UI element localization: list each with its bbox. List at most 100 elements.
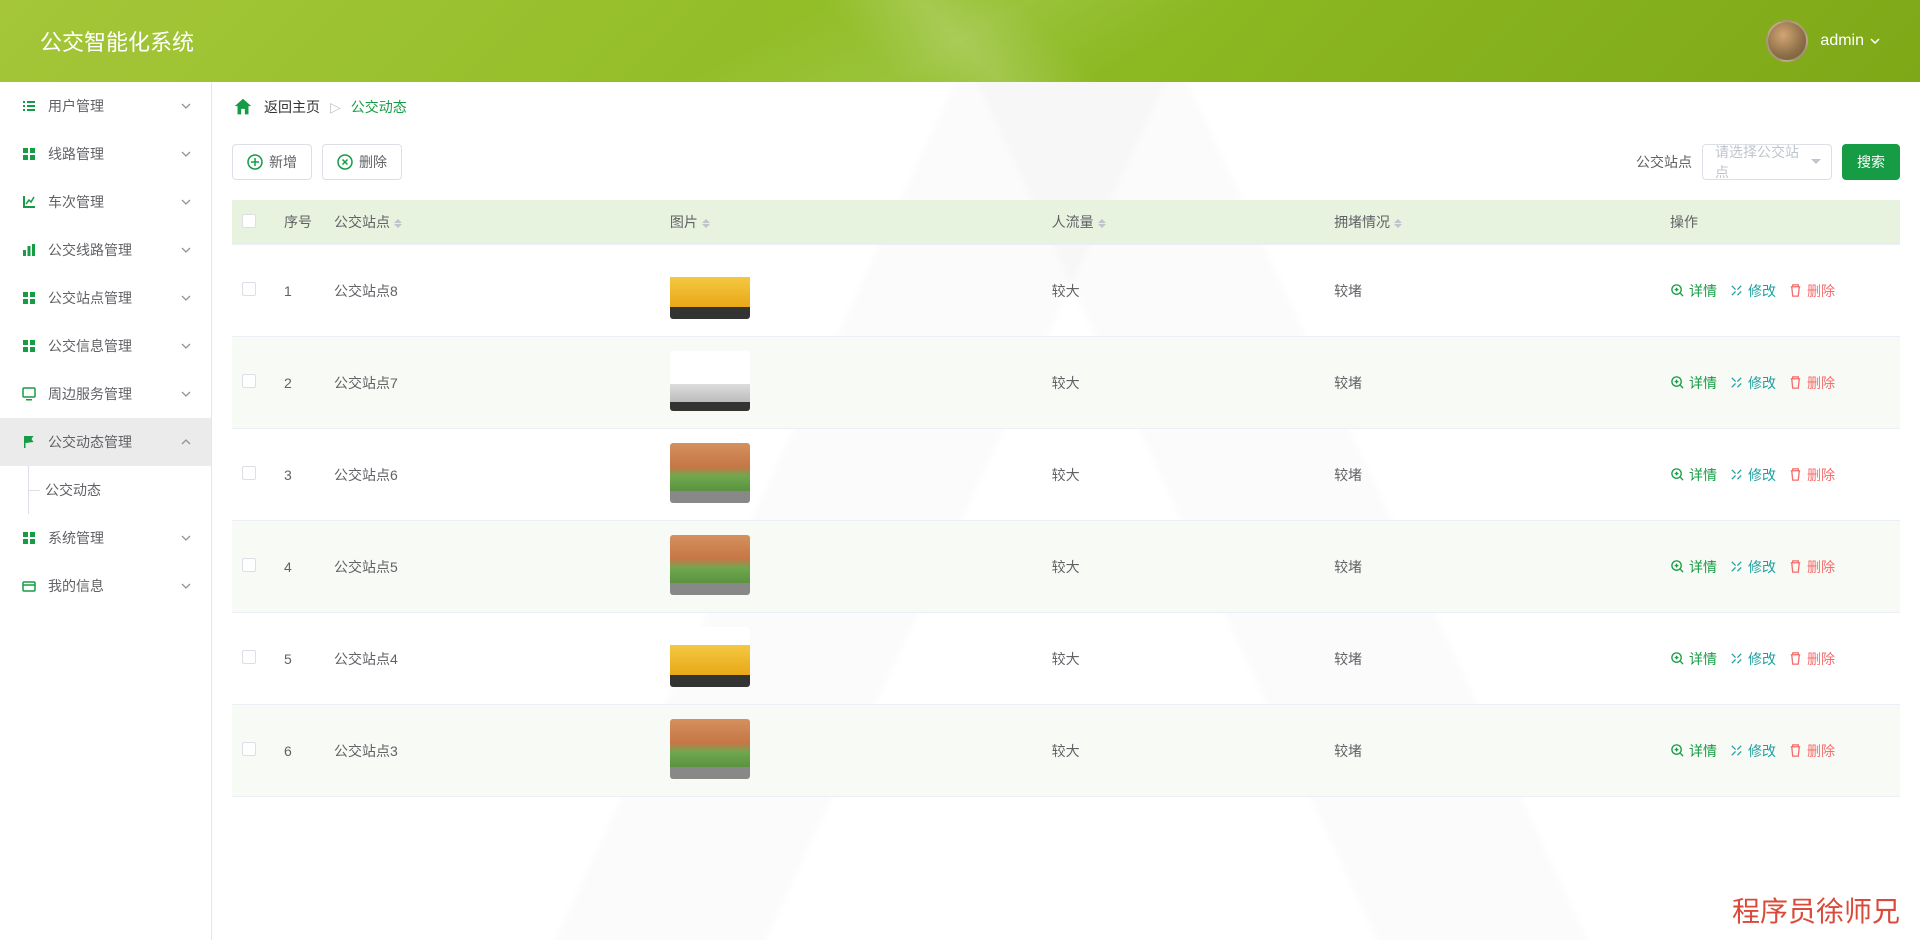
row-actions: 详情修改删除 (1670, 741, 1890, 761)
sort-icon[interactable] (394, 215, 402, 232)
add-button[interactable]: 新增 (232, 144, 312, 180)
cell-image (660, 705, 1042, 797)
table-row: 5公交站点4较大较堵详情修改删除 (232, 613, 1900, 705)
delete-link[interactable]: 删除 (1788, 649, 1835, 669)
cell-image (660, 429, 1042, 521)
detail-link[interactable]: 详情 (1670, 649, 1717, 669)
detail-link[interactable]: 详情 (1670, 281, 1717, 301)
sidebar-item-label: 公交信息管理 (48, 336, 181, 356)
select-all-checkbox[interactable] (242, 214, 256, 228)
chevron-down-icon (181, 535, 191, 541)
bus-thumbnail[interactable] (670, 719, 750, 779)
bus-thumbnail[interactable] (670, 627, 750, 687)
chevron-up-icon (181, 439, 191, 445)
sidebar-item[interactable]: 公交站点管理 (0, 274, 211, 322)
detail-link[interactable]: 详情 (1670, 465, 1717, 485)
col-image[interactable]: 图片 (670, 214, 698, 230)
sort-icon[interactable] (1098, 215, 1106, 232)
grid-icon (20, 289, 38, 307)
delete-link[interactable]: 删除 (1788, 281, 1835, 301)
app-header: 公交智能化系统 admin (0, 0, 1920, 82)
sort-icon[interactable] (1394, 215, 1402, 232)
search-button[interactable]: 搜索 (1842, 144, 1900, 180)
cell-image (660, 337, 1042, 429)
home-icon[interactable] (232, 96, 254, 118)
user-name-dropdown[interactable]: admin (1820, 32, 1880, 50)
col-index: 序号 (284, 214, 312, 230)
cell-image (660, 521, 1042, 613)
user-menu[interactable]: admin (1766, 20, 1880, 62)
chevron-down-icon (181, 199, 191, 205)
cell-station: 公交站点3 (324, 705, 660, 797)
search-doc-icon (1670, 375, 1685, 390)
bus-thumbnail[interactable] (670, 535, 750, 595)
row-checkbox[interactable] (242, 374, 256, 388)
delete-link[interactable]: 删除 (1788, 557, 1835, 577)
trash-icon (1788, 283, 1803, 298)
delete-link[interactable]: 删除 (1788, 741, 1835, 761)
sidebar-item[interactable]: 我的信息 (0, 562, 211, 610)
user-name-label: admin (1820, 32, 1864, 50)
sidebar-item[interactable]: 公交线路管理 (0, 226, 211, 274)
sidebar-item-label: 系统管理 (48, 528, 181, 548)
sidebar-item-label: 车次管理 (48, 192, 181, 212)
row-checkbox[interactable] (242, 650, 256, 664)
search-button-label: 搜索 (1857, 152, 1885, 172)
col-traffic[interactable]: 人流量 (1052, 214, 1094, 230)
cell-traffic: 较大 (1042, 613, 1324, 705)
edit-link[interactable]: 修改 (1729, 465, 1776, 485)
edit-link[interactable]: 修改 (1729, 741, 1776, 761)
sidebar-item[interactable]: 周边服务管理 (0, 370, 211, 418)
row-checkbox[interactable] (242, 466, 256, 480)
chevron-down-icon (181, 151, 191, 157)
row-checkbox[interactable] (242, 282, 256, 296)
list-icon (20, 97, 38, 115)
sidebar-item[interactable]: 线路管理 (0, 130, 211, 178)
breadcrumb-home[interactable]: 返回主页 (264, 97, 320, 117)
filter-label: 公交站点 (1636, 152, 1692, 172)
table-row: 6公交站点3较大较堵详情修改删除 (232, 705, 1900, 797)
col-congestion[interactable]: 拥堵情况 (1334, 214, 1390, 230)
sort-icon[interactable] (702, 215, 710, 232)
detail-link[interactable]: 详情 (1670, 373, 1717, 393)
grid-icon (20, 337, 38, 355)
search-doc-icon (1670, 467, 1685, 482)
cell-traffic: 较大 (1042, 337, 1324, 429)
sidebar-subitem[interactable]: 公交动态 (0, 466, 211, 514)
sidebar-item[interactable]: 车次管理 (0, 178, 211, 226)
sidebar-item-label: 线路管理 (48, 144, 181, 164)
sidebar-item[interactable]: 系统管理 (0, 514, 211, 562)
cell-index: 5 (274, 613, 324, 705)
cell-traffic: 较大 (1042, 705, 1324, 797)
chevron-down-icon (181, 391, 191, 397)
sidebar-item[interactable]: 公交动态管理 (0, 418, 211, 466)
bus-thumbnail[interactable] (670, 351, 750, 411)
cell-station: 公交站点7 (324, 337, 660, 429)
sidebar-item[interactable]: 用户管理 (0, 82, 211, 130)
station-select[interactable]: 请选择公交站点 (1702, 144, 1832, 180)
detail-link[interactable]: 详情 (1670, 557, 1717, 577)
plus-circle-icon (247, 154, 263, 170)
toolbar: 新增 删除 公交站点 请选择公交站点 搜索 (212, 132, 1920, 200)
delete-button[interactable]: 删除 (322, 144, 402, 180)
flag-icon (20, 433, 38, 451)
app-title: 公交智能化系统 (40, 25, 194, 57)
row-checkbox[interactable] (242, 742, 256, 756)
sidebar-item[interactable]: 公交信息管理 (0, 322, 211, 370)
delete-link[interactable]: 删除 (1788, 465, 1835, 485)
col-ops: 操作 (1670, 214, 1698, 230)
chevron-down-icon (181, 295, 191, 301)
bus-thumbnail[interactable] (670, 443, 750, 503)
edit-link[interactable]: 修改 (1729, 649, 1776, 669)
add-button-label: 新增 (269, 152, 297, 172)
breadcrumb: 返回主页 ▷ 公交动态 (212, 82, 1920, 132)
cell-congestion: 较堵 (1324, 429, 1660, 521)
row-checkbox[interactable] (242, 558, 256, 572)
delete-link[interactable]: 删除 (1788, 373, 1835, 393)
edit-link[interactable]: 修改 (1729, 557, 1776, 577)
edit-link[interactable]: 修改 (1729, 373, 1776, 393)
col-station[interactable]: 公交站点 (334, 214, 390, 230)
edit-link[interactable]: 修改 (1729, 281, 1776, 301)
bus-thumbnail[interactable] (670, 259, 750, 319)
detail-link[interactable]: 详情 (1670, 741, 1717, 761)
